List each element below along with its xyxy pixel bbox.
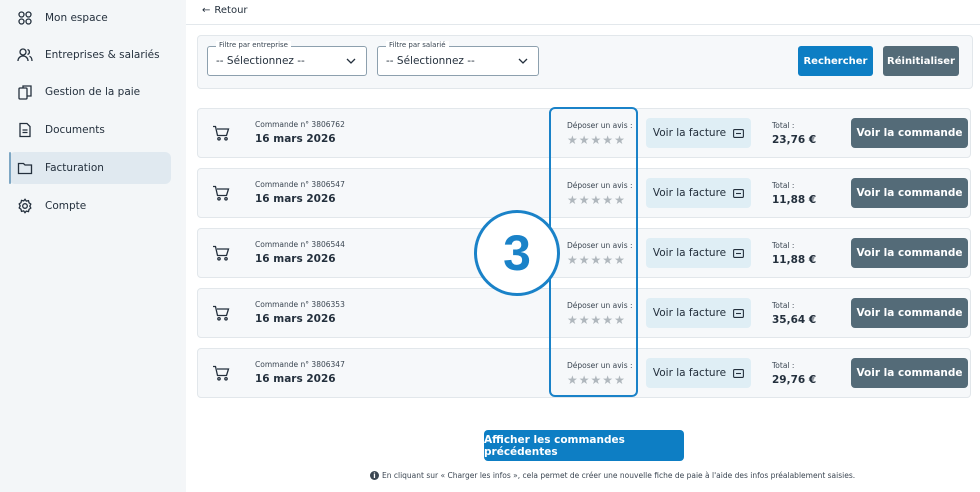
total-value: 29,76 € <box>772 374 817 386</box>
sidebar-item-entreprises-salaries[interactable]: Entreprises & salariés <box>9 39 171 71</box>
info-icon: i <box>370 471 379 480</box>
sidebar-item-gestion-paie[interactable]: Gestion de la paie <box>9 76 171 108</box>
sidebar-item-label: Gestion de la paie <box>45 86 141 98</box>
view-invoice-label: Voir la facture <box>652 127 727 139</box>
total-value: 11,88 € <box>772 194 817 206</box>
sidebar-item-label: Mon espace <box>45 12 108 24</box>
sidebar-item-label: Facturation <box>45 162 104 174</box>
total-value: 11,88 € <box>772 254 817 266</box>
total-label: Total : <box>772 121 795 130</box>
search-button[interactable]: Rechercher <box>798 46 873 76</box>
order-date: 16 mars 2026 <box>255 133 336 145</box>
total-label: Total : <box>772 241 795 250</box>
view-order-button[interactable]: Voir la commande <box>851 178 968 208</box>
order-number: Commande n° 3806762 <box>255 120 345 129</box>
chevron-down-icon <box>518 58 528 64</box>
sidebar-item-label: Compte <box>45 200 87 212</box>
cart-icon <box>213 185 230 201</box>
total-label: Total : <box>772 181 795 190</box>
order-number: Commande n° 3806544 <box>255 240 345 249</box>
view-invoice-button[interactable]: Voir la facture <box>646 358 751 388</box>
invoice-icon <box>733 308 745 318</box>
cart-icon <box>213 245 230 261</box>
company-filter-value: -- Sélectionnez -- <box>216 55 305 67</box>
review-highlight-box <box>549 107 638 397</box>
view-order-button[interactable]: Voir la commande <box>851 238 968 268</box>
order-date: 16 mars 2026 <box>255 253 336 265</box>
load-previous-orders-button[interactable]: Afficher les commandes précédentes <box>484 430 684 461</box>
invoice-icon <box>733 128 745 138</box>
employee-filter-value: -- Sélectionnez -- <box>386 55 475 67</box>
main-content: ← Retour Filtre par entreprise -- Sélect… <box>186 0 980 492</box>
employee-filter-select[interactable]: Filtre par salarié -- Sélectionnez -- <box>377 41 539 76</box>
reset-button[interactable]: Réinitialiser <box>883 46 959 76</box>
cart-icon <box>213 305 230 321</box>
view-invoice-button[interactable]: Voir la facture <box>646 118 751 148</box>
order-date: 16 mars 2026 <box>255 373 336 385</box>
folder-icon <box>17 160 33 176</box>
view-invoice-label: Voir la facture <box>652 187 727 199</box>
sidebar-item-mon-espace[interactable]: Mon espace <box>9 2 171 34</box>
users-icon <box>17 47 33 63</box>
view-invoice-button[interactable]: Voir la facture <box>646 178 751 208</box>
total-label: Total : <box>772 301 795 310</box>
employee-filter-label: Filtre par salarié <box>386 41 449 49</box>
view-order-button[interactable]: Voir la commande <box>851 298 968 328</box>
view-invoice-button[interactable]: Voir la facture <box>646 238 751 268</box>
header-divider <box>186 24 980 25</box>
info-note: i En cliquant sur « Charger les infos »,… <box>370 471 855 480</box>
invoice-icon <box>733 248 745 258</box>
sidebar-item-label: Documents <box>45 124 105 136</box>
gear-icon <box>17 198 33 214</box>
order-date: 16 mars 2026 <box>255 313 336 325</box>
company-filter-select[interactable]: Filtre par entreprise -- Sélectionnez -- <box>207 41 367 76</box>
view-invoice-button[interactable]: Voir la facture <box>646 298 751 328</box>
total-value: 23,76 € <box>772 134 817 146</box>
dashboard-icon <box>17 10 33 26</box>
view-order-button[interactable]: Voir la commande <box>851 118 968 148</box>
cart-icon <box>213 365 230 381</box>
order-number: Commande n° 3806547 <box>255 180 345 189</box>
sidebar-item-facturation[interactable]: Facturation <box>9 152 171 184</box>
order-number: Commande n° 3806347 <box>255 360 345 369</box>
step-badge: 3 <box>474 210 560 296</box>
order-date: 16 mars 2026 <box>255 193 336 205</box>
view-invoice-label: Voir la facture <box>652 307 727 319</box>
filter-panel: Filtre par entreprise -- Sélectionnez --… <box>197 35 973 89</box>
view-order-button[interactable]: Voir la commande <box>851 358 968 388</box>
document-icon <box>17 122 33 138</box>
sidebar: Mon espace Entreprises & salariés Gestio… <box>0 0 181 492</box>
back-link[interactable]: ← Retour <box>202 5 248 16</box>
sidebar-item-label: Entreprises & salariés <box>45 49 160 61</box>
view-invoice-label: Voir la facture <box>652 247 727 259</box>
cart-icon <box>213 125 230 141</box>
sidebar-item-compte[interactable]: Compte <box>9 190 171 222</box>
arrow-left-icon: ← <box>202 5 211 16</box>
total-label: Total : <box>772 361 795 370</box>
invoice-icon <box>733 188 745 198</box>
back-label: Retour <box>214 5 248 16</box>
chevron-down-icon <box>346 58 356 64</box>
info-note-text: En cliquant sur « Charger les infos », c… <box>382 471 856 480</box>
order-number: Commande n° 3806353 <box>255 300 345 309</box>
sidebar-item-documents[interactable]: Documents <box>9 114 171 146</box>
invoice-icon <box>733 368 745 378</box>
company-filter-label: Filtre par entreprise <box>216 41 291 49</box>
total-value: 35,64 € <box>772 314 817 326</box>
pages-icon <box>17 84 33 100</box>
view-invoice-label: Voir la facture <box>652 367 727 379</box>
